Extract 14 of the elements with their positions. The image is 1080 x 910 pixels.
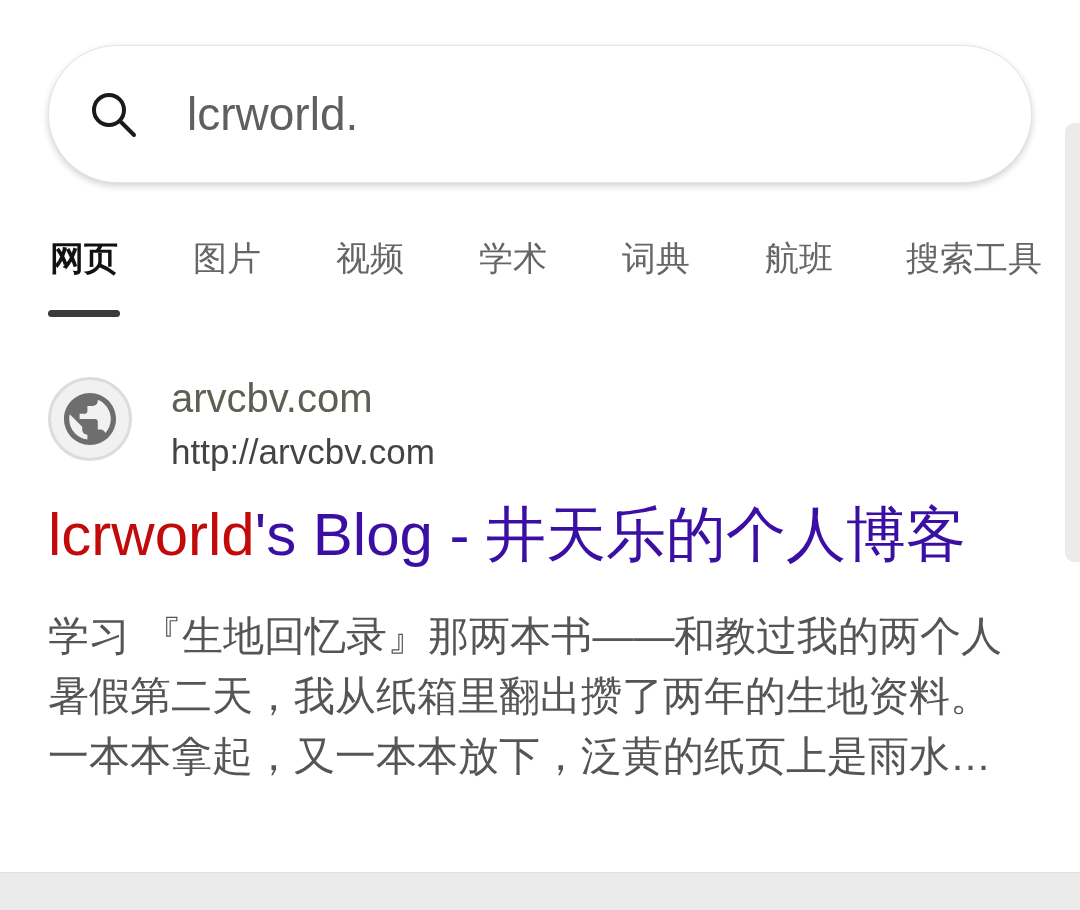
- tab[interactable]: 网页: [48, 234, 120, 317]
- tab[interactable]: 图片: [191, 234, 263, 317]
- tab[interactable]: 学术: [477, 234, 549, 317]
- site-url: http://arvcbv.com: [171, 431, 435, 473]
- globe-icon: [48, 377, 132, 461]
- result-snippet: 学习 『生地回忆录』那两本书——和教过我的两个人 暑假第二天，我从纸箱里翻出攒了两年的生地资料。 一本本拿起，又一本本放下，泛黄的纸页上是雨水…: [48, 612, 1003, 781]
- site-name: arvcbv.com: [171, 375, 373, 421]
- tab[interactable]: 视频: [334, 234, 406, 317]
- search-icon: [89, 90, 137, 138]
- search-field[interactable]: lcrworld.: [48, 45, 1032, 183]
- result-title-link[interactable]: lcrworld's Blog - 井天乐的个人博客: [48, 500, 967, 570]
- tab[interactable]: 词典: [620, 234, 692, 317]
- tab[interactable]: 搜索工具: [906, 234, 1042, 317]
- tab[interactable]: 航班: [763, 234, 835, 317]
